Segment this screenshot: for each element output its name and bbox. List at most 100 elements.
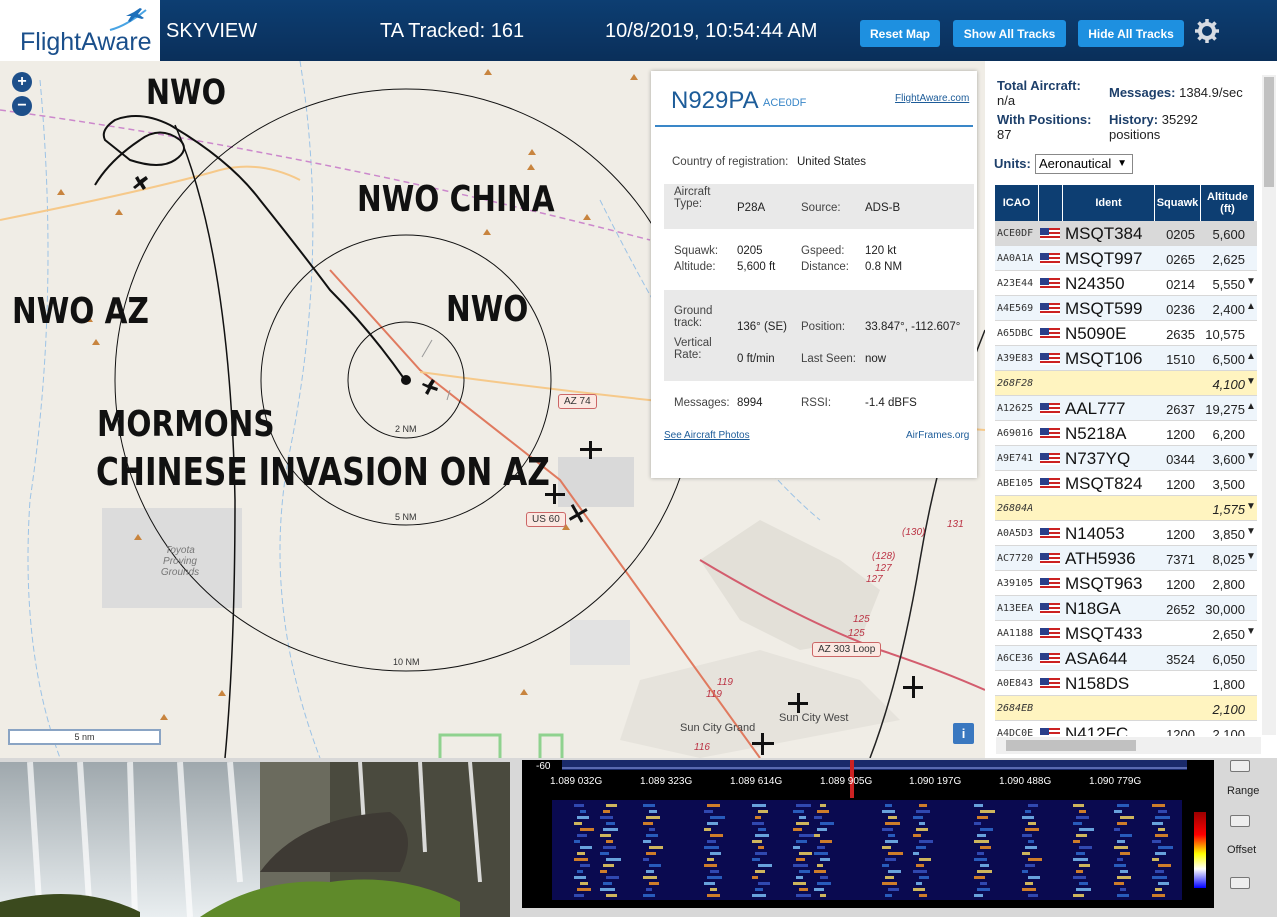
header-ident[interactable]: Ident (1063, 185, 1155, 221)
waterfall-cell (885, 804, 892, 807)
header-icao[interactable]: ICAO (995, 185, 1039, 221)
table-row[interactable]: 2684EB 2,100 (995, 696, 1257, 721)
road-az303: AZ 303 Loop (812, 642, 882, 657)
aircraft-type-label: Aircraft Type: (674, 186, 711, 210)
show-all-tracks-button[interactable]: Show All Tracks (953, 20, 1066, 47)
see-aircraft-photos-link[interactable]: See Aircraft Photos (664, 430, 750, 441)
airframes-link[interactable]: AirFrames.org (906, 430, 969, 441)
flightaware-logo[interactable]: FlightAware (0, 0, 160, 61)
waterfall-cell (888, 816, 897, 819)
table-row[interactable]: A69016 N5218A 1200 6,200 (995, 421, 1257, 446)
table-row[interactable]: A12625 AAL777 2637 19,275 ▲ (995, 396, 1257, 421)
table-row[interactable]: ABE105 MSQT824 1200 3,500 (995, 471, 1257, 496)
freq-tick: 1.090 488G (999, 776, 1052, 787)
waterfall-cell (1028, 858, 1042, 861)
us-flag-icon (1040, 328, 1060, 340)
gear-icon[interactable] (1194, 18, 1220, 44)
table-row[interactable]: A6CE36 ASA644 3524 6,050 (995, 646, 1257, 671)
waterfall-cell (1152, 840, 1161, 843)
offset-label: Offset (1227, 844, 1257, 856)
waterfall-cell (916, 828, 928, 831)
header-squawk[interactable]: Squawk (1155, 185, 1201, 221)
waterfall-cell (707, 876, 722, 879)
waterfall-cell (755, 816, 761, 819)
waterfall-cell (974, 894, 983, 897)
horizontal-scrollbar[interactable] (996, 737, 1261, 754)
spectrum-display[interactable]: -60 1.089 032G 1.089 323G 1.089 614G 1.0… (522, 760, 1214, 908)
waterfall-cell (600, 834, 611, 837)
waterfall-cell (919, 876, 929, 879)
gspeed-value: 120 kt (865, 245, 897, 257)
table-row[interactable]: A39105 MSQT963 1200 2,800 (995, 571, 1257, 596)
waterfall-cell (643, 876, 657, 879)
table-row[interactable]: A0A5D3 N14053 1200 3,850 ▼ (995, 521, 1257, 546)
waterfall-cell (1120, 816, 1134, 819)
vertical-scrollbar[interactable] (1262, 75, 1276, 735)
table-row[interactable]: A4DC0E N412FC 1200 2,100 (995, 721, 1257, 736)
waterfall-cell (704, 864, 717, 867)
waterfall-cell (1022, 816, 1034, 819)
table-row[interactable]: A23E44 N24350 0214 5,550 ▼ (995, 271, 1257, 296)
waterfall-photo (0, 762, 510, 917)
waterfall-cell (758, 828, 766, 831)
popup-section-track (664, 290, 974, 381)
table-row[interactable]: AA1188 MSQT433 2,650 ▼ (995, 621, 1257, 646)
waterfall-cell (600, 888, 615, 891)
hide-all-tracks-button[interactable]: Hide All Tracks (1078, 20, 1184, 47)
table-row[interactable]: AA0A1A MSQT997 0265 2,625 (995, 246, 1257, 271)
table-row[interactable]: A13EEA N18GA 2652 30,000 (995, 596, 1257, 621)
range-slider-icon[interactable] (1230, 760, 1250, 772)
cell-squawk: 2637 (1166, 402, 1195, 417)
with-positions-value: 87 (997, 127, 1012, 142)
ring-label-10nm: 10 NM (393, 657, 420, 667)
header-altitude[interactable]: Altitude (ft) (1201, 185, 1255, 221)
table-row[interactable]: A9E741 N737YQ 0344 3,600 ▼ (995, 446, 1257, 471)
waterfall-cell (710, 888, 717, 891)
table-row[interactable]: A4E569 MSQT599 0236 2,400 ▲ (995, 296, 1257, 321)
zoom-in-button[interactable]: + (12, 72, 32, 92)
waterfall-cell (814, 834, 820, 837)
waterfall-cell (919, 822, 925, 825)
cell-ident: MSQT433 (1065, 624, 1143, 643)
waterfall-cell (1073, 822, 1082, 825)
waterfall-cell (704, 882, 715, 885)
flightaware-link[interactable]: FlightAware.com (895, 93, 969, 104)
offset-slider-icon[interactable] (1230, 815, 1250, 827)
units-select[interactable]: Aeronautical ▼ (1035, 154, 1133, 174)
distance-label: Distance: (801, 261, 849, 273)
waterfall-cell (600, 852, 609, 855)
table-row[interactable]: ACE0DF MSQT384 0205 5,600 (995, 221, 1257, 246)
freq-tick: 1.089 905G (820, 776, 873, 787)
waterfall-cell (707, 804, 720, 807)
waterfall-cell (1117, 858, 1123, 861)
waterfall-cell (796, 822, 809, 825)
table-row[interactable]: A0E843 N158DS 1,800 (995, 671, 1257, 696)
table-row[interactable]: A39E83 MSQT106 1510 6,500 ▲ (995, 346, 1257, 371)
waterfall-cell (1022, 888, 1036, 891)
cell-icao: A6CE36 (997, 653, 1034, 664)
popup-icao[interactable]: ACE0DF (763, 97, 806, 109)
cell-icao: A0E843 (997, 678, 1034, 689)
header-flag[interactable] (1039, 185, 1063, 221)
waterfall-cell (577, 816, 589, 819)
zoom-out-button[interactable]: − (12, 96, 32, 116)
waterfall-cell (603, 864, 614, 867)
cell-ident: N24350 (1065, 274, 1125, 293)
reset-map-button[interactable]: Reset Map (860, 20, 940, 47)
waterfall-cell (1114, 810, 1122, 813)
scroll-thumb[interactable] (1006, 740, 1136, 751)
route-number: 125 (853, 614, 870, 625)
map-info-button[interactable]: i (953, 723, 974, 744)
cell-icao: 2684EB (997, 703, 1034, 714)
table-row[interactable]: A65DBC N5090E 2635 10,575 (995, 321, 1257, 346)
waterfall-cell (574, 822, 582, 825)
waterfall-cell (649, 810, 657, 813)
table-row[interactable]: 268F28 4,100 ▼ (995, 371, 1257, 396)
waterfall-cell (977, 888, 990, 891)
waterfall-cell (755, 852, 767, 855)
slider-icon[interactable] (1230, 877, 1250, 889)
waterfall-cell (752, 822, 764, 825)
table-row[interactable]: AC7720 ATH5936 7371 8,025 ▼ (995, 546, 1257, 571)
scroll-thumb[interactable] (1264, 77, 1274, 187)
table-row[interactable]: 26804A 1,575 ▼ (995, 496, 1257, 521)
